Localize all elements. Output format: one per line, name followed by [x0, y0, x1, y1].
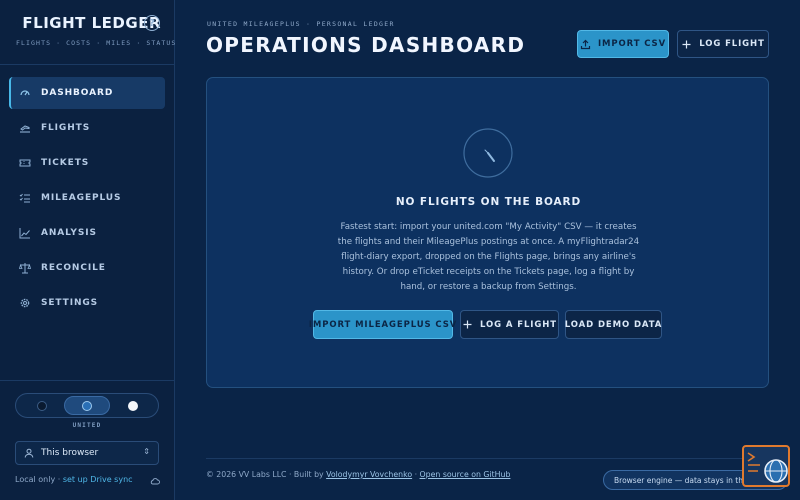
footer: © 2026 VV Labs LLC · Built by Volodymyr …	[206, 470, 510, 479]
drive-sync-link[interactable]: set up Drive sync	[63, 475, 133, 484]
sidebar-item-analysis[interactable]: ANALYSIS	[9, 217, 165, 249]
import-csv-label: IMPORT CSV	[597, 39, 667, 49]
console-globe-icon	[747, 452, 788, 483]
sidebar-item-label: ANALYSIS	[41, 228, 97, 238]
divider	[0, 380, 175, 381]
plane-icon	[20, 125, 30, 133]
log-flight-label: LOG FLIGHT	[699, 39, 765, 49]
sidebar-item-label: DASHBOARD	[41, 88, 114, 98]
storage-select-value: This browser	[41, 448, 99, 458]
gauge-dial-icon	[463, 128, 513, 178]
sync-status: Local only · set up Drive sync	[15, 475, 160, 484]
chevron-updown-icon: ⇕	[143, 447, 150, 456]
sidebar-item-settings[interactable]: SETTINGS	[9, 287, 165, 319]
plus-icon	[463, 320, 472, 329]
plus-icon	[682, 40, 691, 48]
theme-option-light[interactable]	[110, 396, 156, 415]
light-theme-icon	[128, 400, 138, 411]
app-title: FLIGHT LEDGER	[22, 14, 161, 32]
gauge-icon	[20, 90, 30, 96]
app-subtitle: FLIGHTS · COSTS · MILES · STATUS	[16, 39, 177, 47]
footer-divider	[206, 458, 769, 459]
help-icon[interactable]: ?	[144, 15, 160, 31]
load-demo-data-button[interactable]: LOAD DEMO DATA	[565, 310, 662, 339]
trend-icon	[19, 228, 30, 239]
scale-icon	[19, 263, 31, 274]
main-nav: DASHBOARD FLIGHTS TICKETS MILEAGEPLUS AN…	[9, 77, 165, 322]
brand: FLIGHT LEDGER FLIGHTS · COSTS · MILES · …	[16, 14, 177, 47]
github-link[interactable]: Open source on GitHub	[420, 470, 511, 479]
sidebar-item-dashboard[interactable]: DASHBOARD	[9, 77, 165, 109]
sidebar-item-tickets[interactable]: TICKETS	[9, 147, 165, 179]
log-a-flight-button[interactable]: LOG A FLIGHT	[460, 310, 559, 339]
empty-state-title: NO FLIGHTS ON THE BOARD	[395, 196, 582, 208]
sidebar-item-label: SETTINGS	[41, 298, 99, 308]
author-link[interactable]: Volodymyr Vovchenko	[326, 470, 412, 479]
sidebar-item-label: TICKETS	[41, 158, 90, 168]
import-csv-button[interactable]: IMPORT CSV	[577, 30, 669, 58]
page-title: OPERATIONS DASHBOARD	[206, 33, 526, 57]
theme-switcher	[15, 393, 159, 418]
import-mileageplus-label: IMPORT MILEAGEPLUS CSV	[308, 319, 458, 330]
load-demo-data-label: LOAD DEMO DATA	[564, 319, 663, 330]
floating-console-widget[interactable]	[742, 445, 790, 487]
ticket-icon	[19, 159, 31, 167]
sidebar-item-label: RECONCILE	[41, 263, 106, 273]
user-icon	[24, 448, 34, 458]
import-mileageplus-button[interactable]: IMPORT MILEAGEPLUS CSV	[309, 310, 456, 339]
cloud-icon	[150, 478, 160, 485]
empty-board-panel: NO FLIGHTS ON THE BOARD Fastest start: i…	[206, 77, 769, 388]
sidebar-item-flights[interactable]: FLIGHTS	[9, 112, 165, 144]
sidebar-item-reconcile[interactable]: RECONCILE	[9, 252, 165, 284]
sidebar: FLIGHT LEDGER FLIGHTS · COSTS · MILES · …	[0, 0, 175, 500]
empty-state-description: Fastest start: import your united.com "M…	[337, 222, 640, 292]
sidebar-item-label: MILEAGEPLUS	[41, 193, 122, 203]
checklist-icon	[19, 193, 30, 203]
page-kicker: UNITED MILEAGEPLUS · PERSONAL LEDGER	[207, 20, 395, 28]
theme-option-dark[interactable]	[19, 396, 65, 415]
theme-label: UNITED	[72, 422, 102, 429]
upload-icon	[580, 39, 591, 49]
dark-theme-icon	[37, 400, 47, 411]
sync-status-text: Local only ·	[15, 475, 63, 484]
log-flight-button[interactable]: LOG FLIGHT	[677, 30, 769, 58]
divider	[0, 64, 175, 65]
gear-icon	[20, 298, 30, 308]
theme-option-united[interactable]	[64, 396, 110, 415]
sidebar-item-label: FLIGHTS	[41, 123, 91, 133]
storage-select[interactable]: This browser ⇕	[15, 441, 159, 465]
sidebar-item-mileageplus[interactable]: MILEAGEPLUS	[9, 182, 165, 214]
united-theme-icon	[82, 400, 92, 411]
empty-state-actions: IMPORT MILEAGEPLUS CSV LOG A FLIGHT LOAD…	[207, 310, 770, 339]
log-a-flight-label: LOG A FLIGHT	[480, 319, 557, 330]
footer-separator: ·	[412, 470, 420, 479]
footer-copyright: © 2026 VV Labs LLC · Built by	[206, 470, 327, 479]
